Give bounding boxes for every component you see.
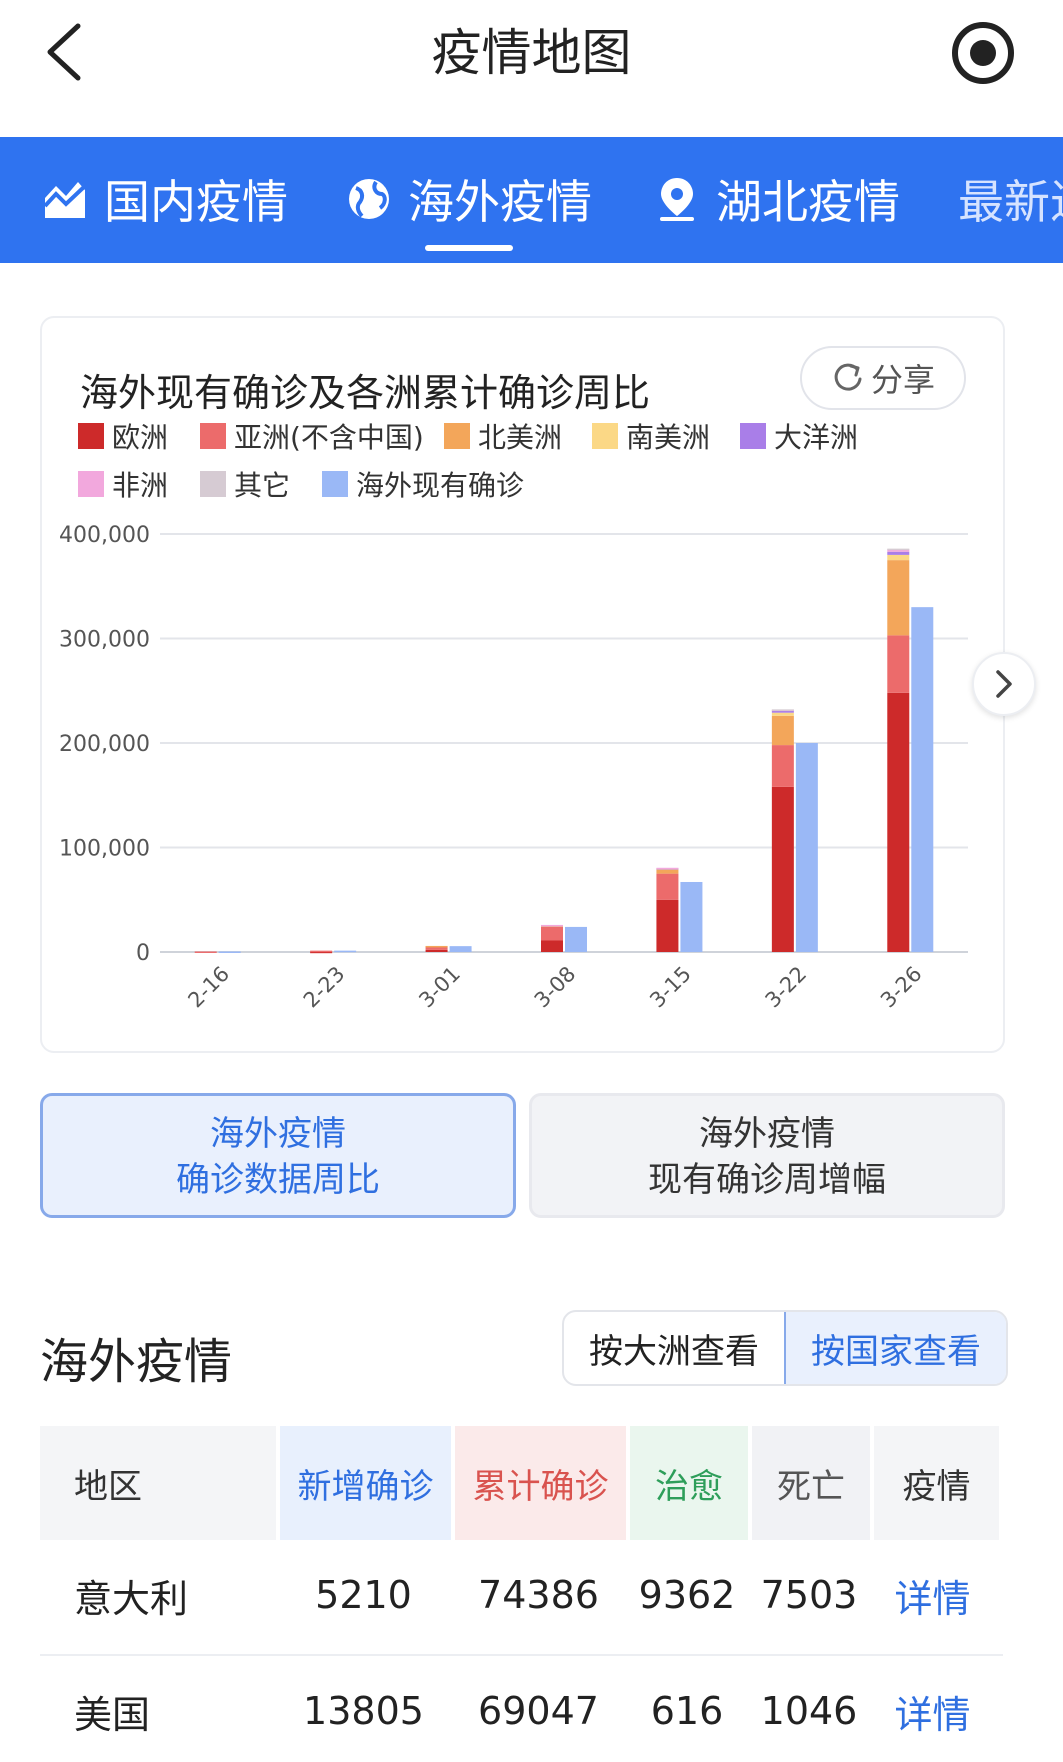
- bar-segment[interactable]: [887, 548, 910, 551]
- col-dead: 死亡: [752, 1426, 870, 1540]
- chart-next-button[interactable]: [972, 652, 1036, 716]
- tab-domestic[interactable]: 国内疫情: [42, 167, 288, 231]
- bar[interactable]: [795, 743, 818, 952]
- table-row: 意大利 5210 74386 9362 7503 详情: [40, 1540, 1003, 1650]
- y-tick-label: 0: [136, 941, 150, 966]
- button-line2: 现有确诊周增幅: [648, 1160, 886, 1200]
- bar[interactable]: [565, 926, 587, 952]
- table-row: 美国 13805 69047 616 1046 详情: [40, 1656, 1003, 1762]
- bar-segment[interactable]: [771, 786, 794, 952]
- col-cured: 治愈: [630, 1426, 748, 1540]
- cell-new: 13805: [303, 1689, 424, 1733]
- x-tick-label: 3-01: [414, 962, 465, 1013]
- col-detail: 疫情: [874, 1426, 999, 1540]
- location-pin-icon: [660, 178, 694, 221]
- app-header: 疫情地图: [0, 0, 1063, 137]
- tab-label: 最新进: [958, 175, 1063, 229]
- y-tick-label: 200,000: [59, 732, 150, 757]
- col-region: 地区: [40, 1426, 276, 1540]
- cell-total: 74386: [478, 1573, 599, 1617]
- x-tick-label: 3-22: [761, 962, 812, 1013]
- view-mode-segmented-control: 按大洲查看 按国家查看: [562, 1310, 1008, 1386]
- bar-segment[interactable]: [541, 926, 563, 941]
- tab-label: 海外疫情: [408, 175, 592, 229]
- x-tick-label: 3-26: [876, 962, 927, 1013]
- bar[interactable]: [218, 951, 241, 953]
- cell-cured: 9362: [638, 1573, 736, 1617]
- page-title: 疫情地图: [431, 24, 632, 82]
- chart-line-icon: [43, 182, 87, 218]
- bar-segment[interactable]: [771, 709, 794, 711]
- tab-bar: 国内疫情 海外疫情 湖北疫情 最新进: [0, 137, 1063, 263]
- bar-segment[interactable]: [771, 712, 794, 716]
- bar-chart: 0 100,000 200,000 300,000 400,000 2-16 2-23 3-0…: [59, 523, 968, 1013]
- bar-segment[interactable]: [887, 554, 910, 561]
- view-by-country-button[interactable]: 按国家查看: [784, 1312, 1006, 1384]
- x-tick-label: 2-16: [183, 962, 234, 1013]
- view-by-continent-button[interactable]: 按大洲查看: [564, 1312, 784, 1384]
- button-line1: 海外疫情: [699, 1114, 835, 1154]
- cell-cured: 616: [650, 1689, 724, 1733]
- x-tick-label: 2-23: [299, 962, 350, 1013]
- tab-hubei[interactable]: 湖北疫情: [654, 167, 900, 231]
- x-tick-label: 3-15: [645, 962, 696, 1013]
- record-icon: [970, 40, 996, 66]
- bar[interactable]: [334, 950, 357, 953]
- chart-card: 海外现有确诊及各洲累计确诊周比 分享 欧洲 亚洲(不含中国) 北美洲 南美洲 大洋洲 非洲…: [40, 316, 1005, 1053]
- bar-segment[interactable]: [656, 867, 679, 870]
- bar[interactable]: [680, 881, 703, 952]
- bar-segment[interactable]: [771, 715, 794, 746]
- cell-new: 5210: [315, 1573, 412, 1617]
- record-button[interactable]: [952, 22, 1014, 84]
- bar-segment[interactable]: [771, 710, 794, 713]
- bar-segment[interactable]: [425, 945, 448, 948]
- button-line2: 确诊数据周比: [176, 1160, 380, 1200]
- globe-icon: [349, 179, 389, 219]
- y-tick-label: 300,000: [59, 628, 150, 653]
- bar-segment[interactable]: [887, 551, 910, 555]
- detail-link[interactable]: 详情: [870, 1684, 995, 1739]
- weekly-growth-button[interactable]: 海外疫情 现有确诊周增幅: [529, 1093, 1005, 1218]
- y-tick-label: 100,000: [59, 837, 150, 862]
- col-new-confirmed: 新增确诊: [280, 1426, 451, 1540]
- col-total-confirmed: 累计确诊: [455, 1426, 626, 1540]
- detail-link[interactable]: 详情: [870, 1568, 995, 1623]
- button-line1: 海外疫情: [210, 1114, 346, 1154]
- tab-label: 国内疫情: [104, 175, 288, 229]
- bar[interactable]: [911, 607, 934, 952]
- bar-segment[interactable]: [771, 745, 794, 787]
- bar-segment[interactable]: [541, 940, 563, 952]
- tab-label: 湖北疫情: [716, 175, 900, 229]
- active-tab-indicator: [425, 245, 513, 251]
- tab-overseas[interactable]: 海外疫情: [346, 167, 592, 231]
- bar-segment[interactable]: [425, 949, 448, 952]
- cell-region: 美国: [74, 1692, 151, 1737]
- x-tick-label: 3-08: [530, 962, 581, 1013]
- cell-total: 69047: [478, 1689, 599, 1733]
- bar-segment[interactable]: [656, 873, 679, 900]
- chevron-right-icon: [996, 670, 1012, 698]
- cell-dead: 7503: [760, 1573, 858, 1617]
- bar-segment[interactable]: [541, 924, 563, 927]
- bar-segment[interactable]: [887, 692, 910, 952]
- bar-segment[interactable]: [656, 899, 679, 952]
- tab-latest[interactable]: 最新进: [958, 167, 1063, 231]
- bar-segment[interactable]: [887, 560, 910, 636]
- bar-segment[interactable]: [887, 635, 910, 693]
- section-title: 海外疫情: [40, 1334, 233, 1390]
- cell-dead: 1046: [760, 1689, 858, 1733]
- bar-segment[interactable]: [194, 951, 217, 953]
- cell-region: 意大利: [74, 1576, 189, 1621]
- table-header: 地区 新增确诊 累计确诊 治愈 死亡 疫情: [40, 1426, 1003, 1540]
- bar-segment[interactable]: [310, 950, 333, 953]
- y-tick-label: 400,000: [59, 523, 150, 548]
- bar[interactable]: [449, 946, 472, 952]
- weekly-confirmed-compare-button[interactable]: 海外疫情 确诊数据周比: [40, 1093, 516, 1218]
